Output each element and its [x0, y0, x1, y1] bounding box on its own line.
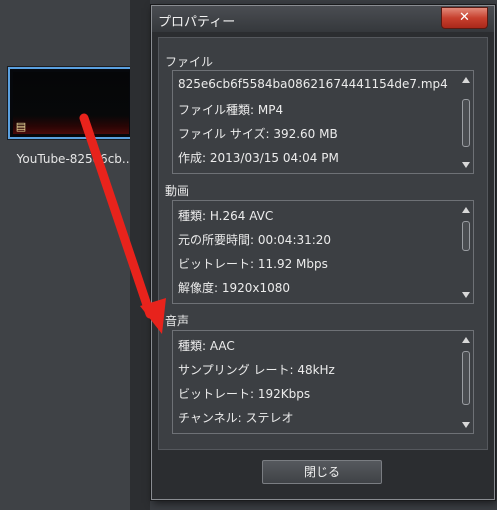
- annotation-arrow: [79, 113, 166, 334]
- arrow-shaft: [79, 113, 155, 319]
